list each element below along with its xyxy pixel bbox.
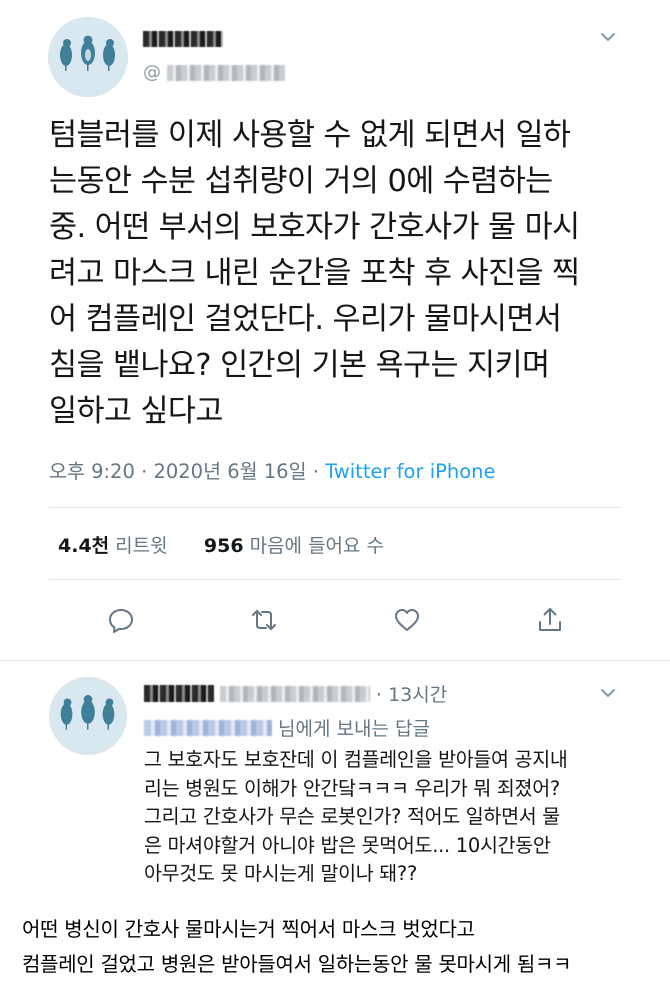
reply-icon[interactable] [107,606,135,634]
retweet-icon[interactable] [250,606,278,634]
reply-time[interactable]: · 13시간 [376,680,447,707]
retweets-count: 4.4천 [58,535,110,557]
retweets-label: 리트윗 [109,535,168,557]
tweet-meta: 오후 9:20 · 2020년 6월 16일 · Twitter for iPh… [49,455,496,484]
display-name-redacted[interactable] [143,28,223,47]
tweet-timestamp[interactable]: 오후 9:20 · 2020년 6월 16일 · [49,460,325,483]
reply-text: 그 보호자도 보호잔데 이 컴플레인을 받아들여 공지내 리는 병원도 이해가 … [144,748,568,885]
redacted-handle-block [167,64,285,81]
replying-to: 님에게 보내는 답글 [144,714,430,741]
tweet-source-link[interactable]: Twitter for iPhone [325,460,495,483]
replying-to-label: 님에게 보내는 답글 [278,718,430,740]
tweet-text: 텀블러를 이제 사용할 수 없게 되면서 일하 는동안 수분 섭취량이 거의 0… [49,118,580,429]
redacted-handle-block[interactable] [220,685,370,702]
at-icon: @ [143,62,161,83]
reply-header: · 13시간 [144,680,447,707]
divider [0,660,670,661]
like-icon[interactable] [393,606,421,634]
share-icon[interactable] [536,606,564,634]
birds-avatar-icon[interactable] [49,677,127,755]
divider [49,579,621,580]
redacted-name-block[interactable] [144,685,214,702]
caption-text: 어떤 병신이 간호사 물마시는거 찍어서 마스크 벗었다고 컴플레인 걸었고 병… [22,917,572,976]
likes-stat[interactable]: 956 마음에 들어요 수 [204,535,384,557]
tweet-stats: 4.4천 리트윗 956 마음에 들어요 수 [58,531,384,558]
redacted-mention-link[interactable] [144,719,272,736]
chevron-down-icon[interactable] [598,27,618,47]
redacted-name-block [143,30,223,47]
handle-redacted[interactable]: @ [143,62,285,83]
birds-avatar-icon[interactable] [48,17,128,97]
retweets-stat[interactable]: 4.4천 리트윗 [58,535,168,557]
divider [49,507,621,508]
likes-count: 956 [203,535,244,557]
chevron-down-icon[interactable] [598,683,618,703]
likes-label: 마음에 들어요 수 [243,535,385,557]
